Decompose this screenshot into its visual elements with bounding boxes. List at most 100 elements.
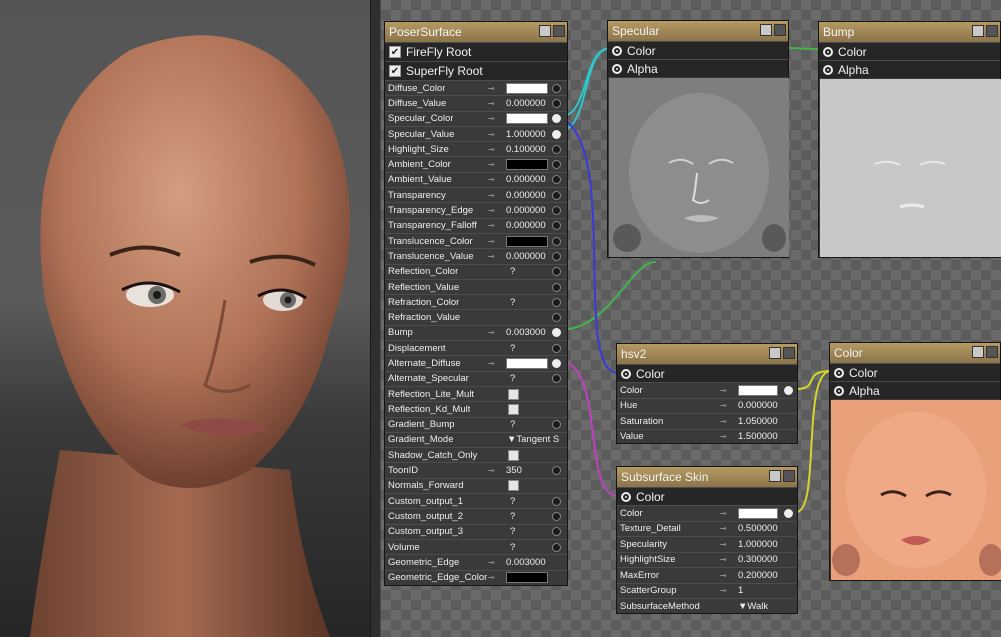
keyframe-icon[interactable]: ⊸ xyxy=(488,252,495,261)
param-row-shadow-catch-only[interactable]: Shadow_Catch_Only xyxy=(385,447,567,462)
param-value-field[interactable]: 350 xyxy=(506,465,522,476)
param-row-specular-color[interactable]: Specular_Color ⊸ xyxy=(385,110,567,126)
input-plug-icon[interactable] xyxy=(784,508,793,518)
param-value-field[interactable]: 0.100000 xyxy=(506,144,546,155)
output-socket-icon[interactable] xyxy=(834,385,844,396)
param-row-custom-output-2[interactable]: Custom_output_2? xyxy=(385,508,567,523)
param-row-subsurfacemethod[interactable]: SubsurfaceMethod ▼Walk xyxy=(617,598,797,614)
param-row-transparency-edge[interactable]: Transparency_Edge ⊸ 0.000000 xyxy=(385,202,567,217)
param-checkbox[interactable] xyxy=(508,403,519,415)
param-row-normals-forward[interactable]: Normals_Forward xyxy=(385,477,567,493)
input-plug-icon[interactable] xyxy=(552,420,561,430)
bump-header[interactable]: Bump xyxy=(819,22,1000,42)
param-row-ambient-color[interactable]: Ambient_Color ⊸ xyxy=(385,156,567,171)
unconnected-indicator[interactable]: ? xyxy=(510,511,515,522)
param-row-geometric-edge[interactable]: Geometric_Edge ⊸ 0.003000 xyxy=(385,554,567,569)
node-collapse-icon[interactable] xyxy=(553,25,565,37)
input-plug-icon[interactable] xyxy=(552,129,561,139)
subsurface-skin-node[interactable]: Subsurface Skin Color Color ⊸ Texture_Deta… xyxy=(616,466,798,614)
param-row-reflection-lite-mult[interactable]: Reflection_Lite_Mult xyxy=(385,385,567,401)
param-value-field[interactable]: 1 xyxy=(738,585,743,596)
bump-node[interactable]: Bump Color Alpha xyxy=(818,21,1001,258)
color-output-color[interactable]: Color xyxy=(830,363,1000,381)
output-socket-icon[interactable] xyxy=(612,63,622,74)
keyframe-icon[interactable]: ⊸ xyxy=(488,191,495,200)
param-row-refraction-value[interactable]: Refraction_Value xyxy=(385,309,567,324)
firefly-checkbox[interactable]: ✔ xyxy=(389,46,401,58)
specular-node[interactable]: Specular Color Alpha xyxy=(607,20,789,258)
param-value-field[interactable]: 0.003000 xyxy=(506,327,546,338)
input-plug-icon[interactable] xyxy=(552,190,561,200)
node-menu-icon[interactable] xyxy=(972,346,984,358)
param-row-gradient-bump[interactable]: Gradient_Bump? xyxy=(385,416,567,432)
param-row-scattergroup[interactable]: ScatterGroup ⊸ 1 xyxy=(617,582,797,599)
unconnected-indicator[interactable]: ? xyxy=(510,496,515,507)
hsv-header[interactable]: hsv2 xyxy=(617,344,797,364)
keyframe-icon[interactable]: ⊸ xyxy=(488,114,495,123)
unconnected-indicator[interactable]: ? xyxy=(510,542,515,553)
param-row-geometric-edge-color[interactable]: Geometric_Edge_Color ⊸ xyxy=(385,569,567,585)
param-row-maxerror[interactable]: MaxError ⊸ 0.200000 xyxy=(617,567,797,583)
subsurface-output-color[interactable]: Color xyxy=(617,487,797,505)
color-swatch[interactable] xyxy=(738,384,778,396)
param-row-reflection-kd-mult[interactable]: Reflection_Kd_Mult xyxy=(385,401,567,416)
param-row-diffuse-color[interactable]: Diffuse_Color ⊸ xyxy=(385,80,567,95)
keyframe-icon[interactable]: ⊸ xyxy=(488,160,495,169)
param-checkbox[interactable] xyxy=(508,480,519,492)
param-row-transparency-falloff[interactable]: Transparency_Falloff ⊸ 0.000000 xyxy=(385,217,567,233)
param-value-field[interactable]: 1.000000 xyxy=(738,539,778,550)
color-swatch[interactable] xyxy=(506,113,548,125)
param-row-displacement[interactable]: Displacement? xyxy=(385,340,567,355)
render-viewport[interactable] xyxy=(0,0,370,637)
bump-output-color[interactable]: Color xyxy=(819,42,1000,60)
keyframe-icon[interactable]: ⊸ xyxy=(720,586,727,595)
param-row-value[interactable]: Value ⊸ 1.500000 xyxy=(617,428,797,445)
color-swatch[interactable] xyxy=(506,159,548,171)
input-plug-icon[interactable] xyxy=(552,313,561,323)
poser-surface-node[interactable]: PoserSurface ✔ FireFly Root ✔ SuperFly R… xyxy=(384,21,568,586)
material-node-canvas[interactable]: PoserSurface ✔ FireFly Root ✔ SuperFly R… xyxy=(381,0,1001,637)
color-node[interactable]: Color Color Alpha xyxy=(829,342,1001,581)
specular-output-alpha[interactable]: Alpha xyxy=(608,59,788,77)
unconnected-indicator[interactable]: ? xyxy=(510,343,515,354)
param-value-field[interactable]: 0.000000 xyxy=(506,205,546,216)
node-eye-icon[interactable] xyxy=(774,24,786,36)
param-row-saturation[interactable]: Saturation ⊸ 1.050000 xyxy=(617,413,797,429)
panel-splitter[interactable] xyxy=(370,0,381,637)
keyframe-icon[interactable]: ⊸ xyxy=(720,571,727,580)
param-value-field[interactable]: 0.000000 xyxy=(506,190,546,201)
color-output-alpha[interactable]: Alpha xyxy=(830,381,1000,399)
node-eye-icon[interactable] xyxy=(986,25,998,37)
bump-output-alpha[interactable]: Alpha xyxy=(819,60,1000,78)
node-menu-icon[interactable] xyxy=(769,347,781,359)
keyframe-icon[interactable]: ⊸ xyxy=(488,130,495,139)
param-row-custom-output-1[interactable]: Custom_output_1? xyxy=(385,493,567,508)
input-plug-icon[interactable] xyxy=(552,343,561,353)
output-socket-icon[interactable] xyxy=(834,367,844,378)
input-plug-icon[interactable] xyxy=(552,328,561,338)
input-plug-icon[interactable] xyxy=(552,282,561,292)
param-row-custom-output-3[interactable]: Custom_output_3? xyxy=(385,523,567,539)
input-plug-icon[interactable] xyxy=(552,267,561,277)
color-swatch[interactable] xyxy=(506,572,548,584)
param-row-transparency[interactable]: Transparency ⊸ 0.000000 xyxy=(385,187,567,202)
param-row-toonid[interactable]: ToonID ⊸ 350 xyxy=(385,462,567,477)
unconnected-indicator[interactable]: ? xyxy=(510,297,515,308)
param-row-translucence-value[interactable]: Translucence_Value ⊸ 0.000000 xyxy=(385,248,567,263)
param-row-alternate-specular[interactable]: Alternate_Specular? xyxy=(385,370,567,386)
keyframe-icon[interactable]: ⊸ xyxy=(488,573,495,582)
input-plug-icon[interactable] xyxy=(552,206,561,216)
param-row-specular-value[interactable]: Specular_Value ⊸ 1.000000 xyxy=(385,125,567,141)
input-plug-icon[interactable] xyxy=(552,251,561,261)
param-row-alternate-diffuse[interactable]: Alternate_Diffuse ⊸ xyxy=(385,355,567,370)
output-socket-icon[interactable] xyxy=(823,64,833,75)
keyframe-icon[interactable]: ⊸ xyxy=(488,221,495,230)
node-eye-icon[interactable] xyxy=(986,346,998,358)
input-plug-icon[interactable] xyxy=(784,385,793,395)
param-value-field[interactable]: 0.500000 xyxy=(738,523,778,534)
param-row-specularity[interactable]: Specularity ⊸ 1.000000 xyxy=(617,536,797,552)
output-socket-icon[interactable] xyxy=(612,45,622,56)
color-swatch[interactable] xyxy=(738,507,778,519)
firefly-root-row[interactable]: ✔ FireFly Root xyxy=(385,42,567,61)
param-value-field[interactable]: 0.000000 xyxy=(506,98,546,109)
